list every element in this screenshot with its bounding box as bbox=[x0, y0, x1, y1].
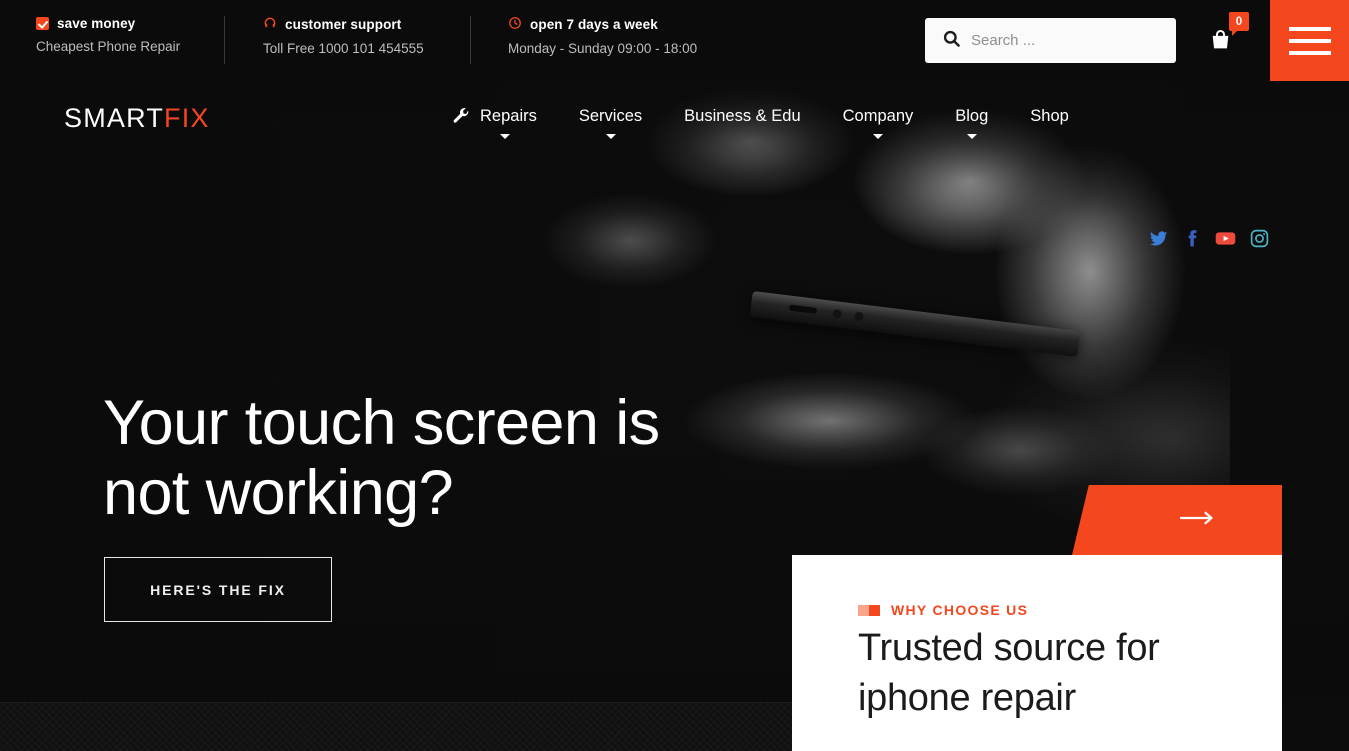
chevron-down-icon bbox=[605, 134, 616, 139]
info-subtitle-text: Monday - Sunday 09:00 - 18:00 bbox=[508, 41, 698, 56]
chevron-down-icon bbox=[966, 134, 977, 139]
nav-item-label: Services bbox=[578, 107, 643, 125]
hamburger-icon[interactable] bbox=[1270, 0, 1349, 81]
clock-icon bbox=[508, 16, 522, 33]
why-choose-us-card: WHY CHOOSE US Trusted source for iphone … bbox=[792, 485, 1282, 751]
nav-item-company[interactable]: Company bbox=[822, 107, 935, 139]
nav-item-business-edu[interactable]: Business & Edu bbox=[663, 107, 821, 126]
why-choose-next-button[interactable] bbox=[1072, 485, 1282, 555]
hamburger-bar bbox=[1288, 38, 1331, 43]
info-customer-support: customer support Toll Free 1000 101 4545… bbox=[263, 16, 424, 56]
why-choose-eyebrow: WHY CHOOSE US bbox=[858, 602, 1028, 618]
why-choose-body: WHY CHOOSE US Trusted source for iphone … bbox=[792, 555, 1282, 751]
nav-item-label: Company bbox=[842, 107, 914, 125]
squares-icon bbox=[858, 604, 880, 616]
chevron-down-icon bbox=[872, 134, 883, 139]
topbar-divider bbox=[470, 16, 471, 64]
instagram-icon[interactable] bbox=[1249, 228, 1270, 249]
nav-item-services[interactable]: Services bbox=[558, 107, 663, 139]
main-navigation: SMARTFIX Repairs Services Business & Edu bbox=[0, 81, 1349, 248]
page-root: save money Cheapest Phone Repair custome… bbox=[0, 0, 1349, 751]
bottom-texture-strip bbox=[0, 702, 792, 751]
checkbox-icon bbox=[36, 17, 49, 30]
nav-menu: Repairs Services Business & Edu Company … bbox=[452, 107, 1090, 139]
info-save-money: save money Cheapest Phone Repair bbox=[36, 16, 180, 54]
search-input[interactable] bbox=[971, 18, 1180, 63]
nav-item-repairs[interactable]: Repairs bbox=[452, 107, 558, 139]
wrench-icon bbox=[452, 107, 471, 126]
hamburger-bar bbox=[1288, 26, 1331, 31]
nav-item-shop[interactable]: Shop bbox=[1009, 107, 1090, 126]
social-links bbox=[1148, 227, 1270, 250]
info-subtitle-text: Toll Free 1000 101 454555 bbox=[263, 41, 424, 56]
twitter-icon[interactable] bbox=[1148, 228, 1169, 249]
logo-text-accent: FIX bbox=[164, 103, 210, 133]
hero-cta-button[interactable]: HERE'S THE FIX bbox=[104, 557, 332, 622]
arrow-right-icon bbox=[1179, 511, 1214, 525]
top-utility-bar: save money Cheapest Phone Repair custome… bbox=[0, 0, 1349, 81]
nav-item-label: Business & Edu bbox=[684, 107, 801, 125]
info-opening-hours: open 7 days a week Monday - Sunday 09:00… bbox=[508, 16, 697, 56]
info-title-text: save money bbox=[57, 16, 136, 31]
why-choose-title-line1: Trusted source for bbox=[858, 627, 1160, 669]
hero-heading-line1: Your touch screen is bbox=[103, 388, 660, 458]
topbar-divider bbox=[224, 16, 225, 64]
nav-item-label: Repairs bbox=[480, 107, 537, 125]
hero-heading-line2: not working? bbox=[103, 458, 454, 528]
why-choose-title-line2: iphone repair bbox=[858, 677, 1076, 719]
cart-count-badge: 0 bbox=[1229, 12, 1249, 36]
cart-button[interactable]: 0 bbox=[1203, 10, 1255, 62]
search-box[interactable] bbox=[925, 18, 1180, 63]
info-subtitle-text: Cheapest Phone Repair bbox=[36, 39, 181, 54]
info-title-text: customer support bbox=[285, 17, 402, 32]
chevron-down-icon bbox=[499, 134, 510, 139]
info-title-text: open 7 days a week bbox=[530, 17, 658, 32]
logo[interactable]: SMARTFIX bbox=[64, 103, 210, 134]
hamburger-bar bbox=[1288, 50, 1331, 55]
facebook-icon[interactable] bbox=[1181, 228, 1202, 249]
why-choose-title: Trusted source for iphone repair bbox=[858, 623, 1268, 723]
shopping-bag-icon bbox=[1208, 27, 1233, 57]
logo-text-primary: SMART bbox=[64, 103, 165, 133]
search-icon bbox=[942, 29, 961, 53]
nav-item-label: Blog bbox=[955, 107, 989, 125]
nav-item-label: Shop bbox=[1030, 107, 1069, 125]
youtube-icon[interactable] bbox=[1214, 227, 1237, 250]
nav-item-blog[interactable]: Blog bbox=[934, 107, 1009, 139]
why-choose-eyebrow-text: WHY CHOOSE US bbox=[891, 602, 1029, 618]
hero-heading: Your touch screen is not working? bbox=[103, 388, 660, 528]
headset-icon bbox=[263, 16, 277, 33]
